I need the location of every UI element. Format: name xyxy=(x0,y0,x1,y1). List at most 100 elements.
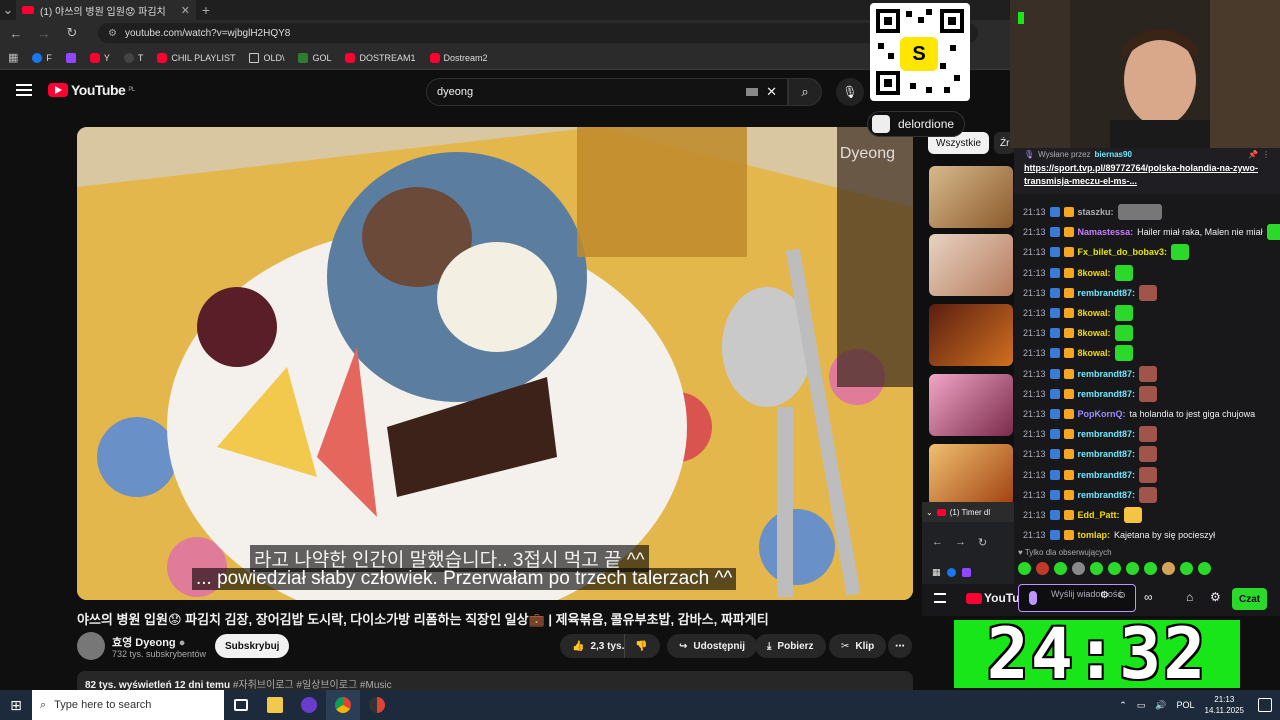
bookmark-y[interactable]: Y xyxy=(89,52,110,63)
chat-username[interactable]: Fx_bilet_do_bobav3: xyxy=(1078,247,1168,257)
bookmark-twitch[interactable] xyxy=(65,52,76,63)
more-actions-button[interactable]: ⋯ xyxy=(888,634,912,658)
forward-button[interactable]: → xyxy=(955,536,966,548)
chat-username[interactable]: 8kowal: xyxy=(1078,348,1111,358)
chat-message[interactable]: 21:13 rembrandt87: xyxy=(1023,424,1158,444)
volume-icon[interactable]: 🔊 xyxy=(1155,700,1166,711)
bookmark-dostream2[interactable]: Dostream2 xyxy=(429,52,488,63)
chat-username[interactable]: rembrandt87: xyxy=(1078,389,1136,399)
chat-send-button[interactable]: Czat xyxy=(1232,588,1268,610)
chat-message[interactable]: 21:13 rembrandt87: xyxy=(1023,444,1158,464)
address-bar[interactable]: ⚙ youtube.com/watch?v=wjbglH2HQY8 xyxy=(98,23,978,43)
related-video-thumbnail[interactable] xyxy=(929,304,1013,366)
emote-icon[interactable] xyxy=(1162,562,1175,575)
bookmark-f[interactable]: F xyxy=(32,52,52,63)
tray-expand-icon[interactable]: ⌃ xyxy=(1119,700,1127,711)
emote-icon[interactable] xyxy=(1180,562,1193,575)
channel-points-icon[interactable]: ∞ xyxy=(1144,590,1153,604)
video-description[interactable]: 82 tys. wyświetleń 12 dni temu #자취브이로그 #… xyxy=(77,671,913,691)
chat-username[interactable]: 8kowal: xyxy=(1078,268,1111,278)
more-vertical-icon[interactable]: ⋮ xyxy=(1262,150,1270,159)
bits-icon[interactable]: ⚙ xyxy=(1100,591,1109,601)
apps-grid-icon[interactable]: ▦ xyxy=(932,567,941,578)
chat-username[interactable]: Namastessa: xyxy=(1078,227,1134,237)
chat-message[interactable]: 21:13 8kowal: xyxy=(1023,343,1133,363)
bookmark-gol[interactable]: GOL xyxy=(298,52,331,63)
tab-close-icon[interactable]: ✕ xyxy=(181,4,190,17)
chat-message[interactable]: 21:13 staszku: xyxy=(1023,202,1162,222)
channel-avatar[interactable] xyxy=(77,632,105,660)
apps-grid-icon[interactable]: ▦ xyxy=(8,51,18,64)
channel-name[interactable]: 효영 Dyeong ● xyxy=(112,634,185,650)
bookmark-chil-playlist[interactable]: CHIL PLAYLIST xyxy=(157,52,235,63)
chrome-app[interactable] xyxy=(326,690,360,720)
keyboard-icon[interactable] xyxy=(746,88,759,96)
new-tab-button[interactable]: + xyxy=(196,2,216,18)
chrome-profile-app[interactable] xyxy=(360,690,394,720)
bookmark-dostream1[interactable]: DOSTREAM1 xyxy=(345,52,416,63)
related-video-thumbnail[interactable] xyxy=(929,444,1013,506)
related-video-thumbnail[interactable] xyxy=(929,234,1013,296)
emote-icon[interactable] xyxy=(1018,562,1031,575)
chevron-down-icon[interactable]: ⌄ xyxy=(926,508,933,517)
reload-button[interactable]: ↻ xyxy=(978,536,987,549)
chat-username[interactable]: 8kowal: xyxy=(1078,328,1111,338)
mini-tab[interactable]: ⌄ (1) Timer dl xyxy=(922,502,1014,522)
chat-username[interactable]: staszku: xyxy=(1078,207,1114,217)
chat-username[interactable]: rembrandt87: xyxy=(1078,470,1136,480)
chat-message[interactable]: 21:13 8kowal: xyxy=(1023,303,1133,323)
chat-message[interactable]: 21:13 rembrandt87: xyxy=(1023,283,1158,303)
related-video-thumbnail[interactable] xyxy=(929,166,1013,228)
emote-icon[interactable] xyxy=(1126,562,1139,575)
chat-username[interactable]: PopKornQ: xyxy=(1078,409,1126,419)
browser-tab[interactable]: (1) 야쓰의 병원 입원😟 파김치 ✕ xyxy=(16,0,196,20)
pinned-link[interactable]: https://sport.tvp.pl/89772764/polska-hol… xyxy=(1024,162,1270,188)
back-button[interactable]: ← xyxy=(932,536,943,548)
taskbar-clock[interactable]: 21:13 14.11.2025 xyxy=(1205,694,1244,716)
emote-icon[interactable] xyxy=(1072,562,1085,575)
chat-message[interactable]: 21:13 rembrandt87: xyxy=(1023,485,1158,505)
taskbar-search[interactable]: ⌕ Type here to search xyxy=(32,690,224,720)
chat-username[interactable]: rembrandt87: xyxy=(1078,449,1136,459)
emote-icon[interactable] xyxy=(1090,562,1103,575)
gift-icon[interactable]: ⌂ xyxy=(1186,590,1193,604)
language-indicator[interactable]: POL xyxy=(1177,700,1195,710)
emote-icon[interactable] xyxy=(1144,562,1157,575)
start-button[interactable]: ⊞ xyxy=(0,690,32,720)
chat-username[interactable]: tomlap: xyxy=(1078,530,1111,540)
chat-message[interactable]: 21:13 Edd_Patt: xyxy=(1023,505,1142,525)
emote-picker-icon[interactable]: ☺ xyxy=(1117,591,1127,601)
file-explorer-app[interactable] xyxy=(258,690,292,720)
hamburger-menu-icon[interactable] xyxy=(934,593,946,603)
search-button[interactable]: ⌕ xyxy=(788,78,822,106)
pin-marker-icon[interactable]: 📌 xyxy=(1248,150,1258,159)
back-button[interactable]: ← xyxy=(8,26,24,41)
emote-icon[interactable] xyxy=(1036,562,1049,575)
chat-username[interactable]: rembrandt87: xyxy=(1078,490,1136,500)
chat-message[interactable]: 21:13 PopKornQ: ta holandia to jest giga c… xyxy=(1023,404,1255,424)
forward-button[interactable]: → xyxy=(36,26,52,41)
emote-icon[interactable] xyxy=(1054,562,1067,575)
chat-message[interactable]: 21:13 Namastessa: Hailer miał raka, Malen … xyxy=(1023,222,1280,242)
search-input[interactable]: dyeong ✕ xyxy=(426,78,788,106)
chat-username[interactable]: Edd_Patt: xyxy=(1078,510,1120,520)
notifications-icon[interactable] xyxy=(1258,698,1272,712)
chat-message[interactable]: 21:13 8kowal: xyxy=(1023,263,1133,283)
chat-username[interactable]: 8kowal: xyxy=(1078,308,1111,318)
twitch-icon[interactable] xyxy=(961,567,971,577)
clip-button[interactable]: ✂ Klip xyxy=(829,634,887,658)
voice-search-button[interactable]: 🎙 xyxy=(836,78,864,106)
site-info-icon[interactable]: ⚙ xyxy=(108,28,117,39)
download-button[interactable]: ⤓ Pobierz xyxy=(755,634,826,658)
chat-message-input[interactable]: Wyślij wiadomość ⚙ ☺ xyxy=(1018,584,1136,612)
reload-button[interactable]: ↻ xyxy=(64,25,80,41)
task-view-button[interactable] xyxy=(224,690,258,720)
chat-message[interactable]: 21:13 tomlap: Kajetana by się pocieszył xyxy=(1023,525,1215,545)
emote-icon[interactable] xyxy=(1198,562,1211,575)
share-button[interactable]: ↪ Udostępnij xyxy=(667,634,758,658)
subscribe-button[interactable]: Subskrybuj xyxy=(215,634,290,658)
network-icon[interactable]: ▭ xyxy=(1137,700,1146,711)
chat-message[interactable]: 21:13 rembrandt87: xyxy=(1023,364,1158,384)
clear-search-icon[interactable]: ✕ xyxy=(766,84,777,100)
chat-username[interactable]: rembrandt87: xyxy=(1078,429,1136,439)
